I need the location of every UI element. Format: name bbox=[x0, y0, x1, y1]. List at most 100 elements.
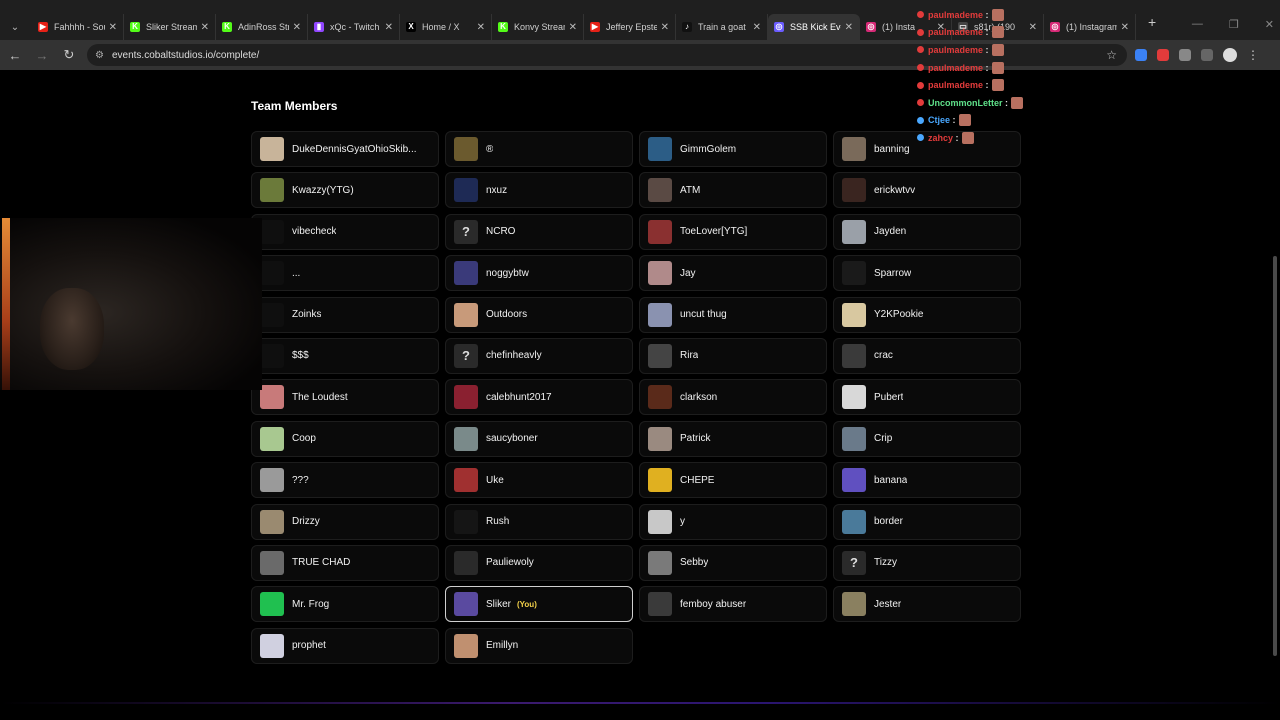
member-card[interactable]: femboy abuser bbox=[639, 586, 827, 623]
member-card[interactable]: ... bbox=[251, 255, 439, 292]
member-name: nxuz bbox=[486, 184, 508, 196]
tab[interactable]: K Konvy Stream ✕ bbox=[492, 14, 584, 40]
member-card[interactable]: crac bbox=[833, 337, 1021, 374]
member-card[interactable]: ® bbox=[445, 131, 633, 167]
member-name: banning bbox=[874, 143, 910, 155]
member-card[interactable]: Pubert bbox=[833, 379, 1021, 416]
tab[interactable]: ▶ Fahhhh - Sou ✕ bbox=[32, 14, 124, 40]
member-card[interactable]: GimmGolem bbox=[639, 131, 827, 167]
member-card[interactable]: nxuz bbox=[445, 172, 633, 209]
member-card[interactable]: Sliker (You) bbox=[445, 586, 633, 623]
close-tab-icon[interactable]: ✕ bbox=[661, 22, 669, 33]
member-card[interactable]: ? NCRO bbox=[445, 213, 633, 250]
member-name: prophet bbox=[292, 640, 326, 652]
tab[interactable]: ◎ SSB Kick Eve ✕ bbox=[768, 14, 860, 40]
member-card[interactable]: Rira bbox=[639, 337, 827, 374]
member-card[interactable]: Y2KPookie bbox=[833, 296, 1021, 333]
tab[interactable]: ▮ xQc - Twitch ✕ bbox=[308, 14, 400, 40]
puzzle-icon[interactable] bbox=[1179, 49, 1191, 61]
profile-avatar[interactable] bbox=[1223, 48, 1237, 62]
member-card[interactable]: Uke bbox=[445, 462, 633, 499]
member-name: femboy abuser bbox=[680, 598, 747, 610]
member-card[interactable]: CHEPE bbox=[639, 462, 827, 499]
member-card[interactable]: ? Tizzy bbox=[833, 544, 1021, 581]
member-name: Uke bbox=[486, 474, 504, 486]
tab[interactable]: K AdinRoss Str ✕ bbox=[216, 14, 308, 40]
member-card[interactable]: ? chefinheavly bbox=[445, 337, 633, 374]
avatar bbox=[842, 302, 866, 327]
close-tab-icon[interactable]: ✕ bbox=[845, 22, 853, 33]
extension-icon[interactable] bbox=[1135, 49, 1147, 61]
close-tab-icon[interactable]: ✕ bbox=[477, 22, 485, 33]
member-card[interactable]: ATM bbox=[639, 172, 827, 209]
tab[interactable]: ♪ Train a goat ✕ bbox=[676, 14, 768, 40]
member-card[interactable]: TRUE CHAD bbox=[251, 544, 439, 581]
avatar bbox=[648, 343, 672, 368]
member-card[interactable]: Rush bbox=[445, 503, 633, 540]
member-card[interactable]: Zoinks bbox=[251, 296, 439, 333]
close-tab-icon[interactable]: ✕ bbox=[109, 22, 117, 33]
member-card[interactable]: Coop bbox=[251, 420, 439, 457]
member-card[interactable]: y bbox=[639, 503, 827, 540]
member-card[interactable]: Pauliewoly bbox=[445, 544, 633, 581]
member-card[interactable]: Mr. Frog bbox=[251, 586, 439, 623]
forward-button[interactable]: → bbox=[30, 48, 54, 63]
close-tab-icon[interactable]: ✕ bbox=[1121, 22, 1129, 33]
scroll-thumb[interactable] bbox=[1273, 256, 1277, 656]
extension-icon[interactable] bbox=[1157, 49, 1169, 61]
member-card[interactable]: Kwazzy(YTG) bbox=[251, 172, 439, 209]
member-name: The Loudest bbox=[292, 391, 348, 403]
close-tab-icon[interactable]: ✕ bbox=[753, 22, 761, 33]
member-card[interactable]: The Loudest bbox=[251, 379, 439, 416]
close-tab-icon[interactable]: ✕ bbox=[201, 22, 209, 33]
member-name: Y2KPookie bbox=[874, 309, 924, 321]
maximize-icon[interactable]: ❐ bbox=[1229, 18, 1239, 31]
member-card[interactable]: Sebby bbox=[639, 544, 827, 581]
close-tab-icon[interactable]: ✕ bbox=[569, 22, 577, 33]
member-card[interactable]: Sparrow bbox=[833, 255, 1021, 292]
member-card[interactable]: Emillyn bbox=[445, 627, 633, 664]
close-tab-icon[interactable]: ✕ bbox=[293, 22, 301, 33]
member-card[interactable]: Jester bbox=[833, 586, 1021, 623]
member-card[interactable]: saucyboner bbox=[445, 420, 633, 457]
back-button[interactable]: ← bbox=[3, 48, 27, 63]
reload-button[interactable]: ↻ bbox=[57, 47, 81, 63]
member-card[interactable]: DukeDennisGyatOhioSkib... bbox=[251, 131, 439, 167]
member-card[interactable]: uncut thug bbox=[639, 296, 827, 333]
avatar bbox=[842, 592, 866, 617]
member-card[interactable]: noggybtw bbox=[445, 255, 633, 292]
site-info-icon[interactable]: ⚙ bbox=[95, 50, 104, 61]
member-card[interactable]: Jayden bbox=[833, 213, 1021, 250]
member-card[interactable]: ToeLover[YTG] bbox=[639, 213, 827, 250]
close-tab-icon[interactable]: ✕ bbox=[385, 22, 393, 33]
member-card[interactable]: calebhunt2017 bbox=[445, 379, 633, 416]
member-card[interactable]: Outdoors bbox=[445, 296, 633, 333]
member-card[interactable]: Crip bbox=[833, 420, 1021, 457]
member-card[interactable]: border bbox=[833, 503, 1021, 540]
member-card[interactable]: Drizzy bbox=[251, 503, 439, 540]
member-card[interactable]: clarkson bbox=[639, 379, 827, 416]
tab-search-button[interactable]: ⌄ bbox=[2, 14, 28, 40]
member-card[interactable]: $$$ bbox=[251, 337, 439, 374]
member-card[interactable]: prophet bbox=[251, 627, 439, 664]
menu-dots-icon[interactable]: ⋮ bbox=[1247, 48, 1259, 62]
tab[interactable]: X Home / X ✕ bbox=[400, 14, 492, 40]
chat-username: paulmademe bbox=[928, 27, 984, 38]
minimize-icon[interactable]: — bbox=[1192, 18, 1203, 31]
member-card[interactable]: Patrick bbox=[639, 420, 827, 457]
member-card[interactable]: banana bbox=[833, 462, 1021, 499]
media-icon[interactable] bbox=[1201, 49, 1213, 61]
tab[interactable]: ◎ (1) Instagram ✕ bbox=[1044, 14, 1136, 40]
tab-title: (1) Instagram bbox=[1066, 22, 1117, 32]
member-card[interactable]: Jay bbox=[639, 255, 827, 292]
member-card[interactable]: vibecheck bbox=[251, 213, 439, 250]
tab[interactable]: K Sliker Stream ✕ bbox=[124, 14, 216, 40]
avatar bbox=[454, 592, 478, 617]
new-tab-button[interactable]: + bbox=[1148, 14, 1156, 30]
member-card[interactable]: erickwtvv bbox=[833, 172, 1021, 209]
member-name: TRUE CHAD bbox=[292, 557, 351, 569]
close-window-icon[interactable]: ✕ bbox=[1265, 18, 1274, 31]
tab[interactable]: ▶ Jeffery Epste ✕ bbox=[584, 14, 676, 40]
bookmark-star-icon[interactable]: ☆ bbox=[1106, 48, 1117, 62]
member-card[interactable]: ??? bbox=[251, 462, 439, 499]
